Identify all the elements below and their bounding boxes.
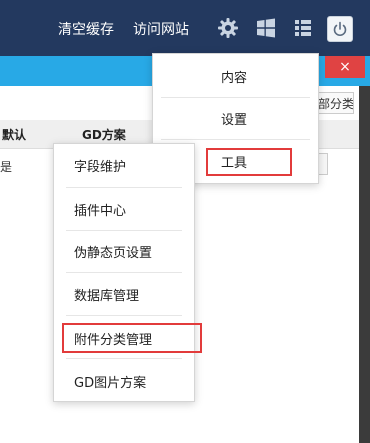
list-icon[interactable] xyxy=(291,16,315,40)
toolbar-button[interactable]: 部分类 xyxy=(314,92,354,114)
power-icon xyxy=(333,21,347,37)
menu-divider xyxy=(161,139,310,140)
menu-divider xyxy=(161,97,310,98)
clear-cache-link[interactable]: 清空缓存 xyxy=(58,19,114,39)
submenu-item-plugin-center[interactable]: 插件中心 xyxy=(54,200,194,219)
top-navigation-bar: 清空缓存 访问网站 xyxy=(0,0,370,56)
visit-site-link[interactable]: 访问网站 xyxy=(133,19,189,39)
tools-highlight-box xyxy=(206,148,292,176)
menu-divider xyxy=(66,315,182,316)
attachment-highlight-box xyxy=(62,323,202,353)
column-header-gd-scheme: GD方案 xyxy=(82,128,126,142)
windows-icon[interactable] xyxy=(254,16,278,40)
submenu-item-pseudo-static-settings[interactable]: 伪静态页设置 xyxy=(54,242,194,261)
menu-divider xyxy=(66,230,182,231)
submenu-item-field-maintenance[interactable]: 字段维护 xyxy=(54,156,194,175)
close-button[interactable]: × xyxy=(325,56,365,78)
table-cell: 是 xyxy=(0,160,13,174)
menu-divider xyxy=(66,272,182,273)
column-header-default: 默认 xyxy=(2,128,27,142)
submenu-item-database-management[interactable]: 数据库管理 xyxy=(54,285,194,304)
menu-item-content[interactable]: 内容 xyxy=(153,67,318,86)
power-button[interactable] xyxy=(327,16,353,42)
gear-icon[interactable] xyxy=(216,16,240,40)
scrollbar[interactable] xyxy=(359,86,370,443)
menu-divider xyxy=(66,187,182,188)
menu-item-settings[interactable]: 设置 xyxy=(153,109,318,128)
menu-divider xyxy=(66,358,182,359)
tools-submenu: 字段维护 插件中心 伪静态页设置 数据库管理 附件分类管理 GD图片方案 xyxy=(53,143,195,402)
submenu-item-gd-image-scheme[interactable]: GD图片方案 xyxy=(54,372,194,391)
